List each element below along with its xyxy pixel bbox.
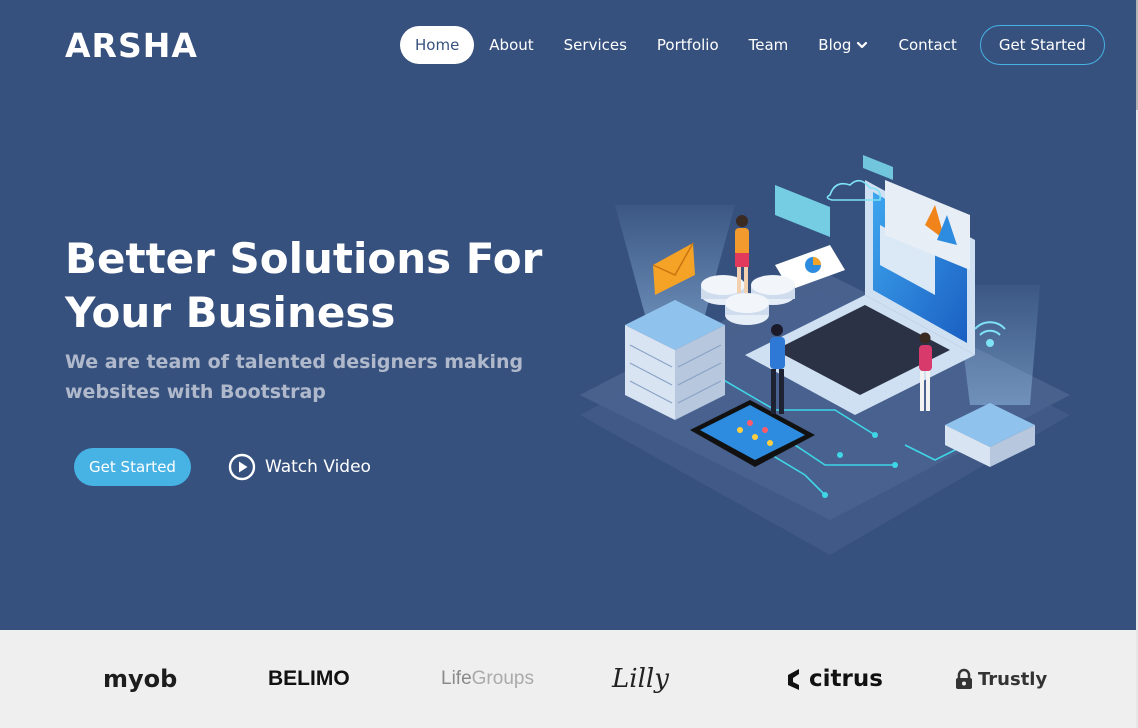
hero-title: Better Solutions For Your Business [65,232,585,340]
watch-video-label: Watch Video [265,457,371,477]
hero-illustration [580,155,1070,555]
client-logo-myob: myob [103,665,178,693]
client-logo-lilly: Lilly [612,664,669,694]
nav-portfolio[interactable]: Portfolio [642,26,734,64]
main-nav: Home About Services Portfolio Team Blog … [400,25,1105,65]
client-logo-citrus-label: citrus [809,666,883,692]
citrus-mark-icon [788,669,799,690]
logo[interactable]: ARSHA [65,26,198,65]
watch-video-button[interactable]: Watch Video [228,451,371,483]
nav-team[interactable]: Team [734,26,804,64]
nav-blog[interactable]: Blog [803,26,883,64]
hero-title-line2: Your Business [65,288,396,337]
client-logo-trustly-label: Trustly [978,668,1048,690]
nav-get-started-button[interactable]: Get Started [979,25,1105,65]
hero-subtitle: We are team of talented designers making… [65,351,524,403]
client-logo-belimo-label: BELIMO [268,667,350,690]
lifegroups-part1: Life [441,668,472,689]
nav-about[interactable]: About [474,26,548,64]
play-circle-icon [228,453,256,481]
nav-blog-label: Blog [818,36,852,54]
hero-get-started-button[interactable]: Get Started [74,448,191,486]
client-logo-belimo: BELIMO [268,630,350,728]
client-logo-trustly: Trustly [954,630,1047,728]
hero-title-line1: Better Solutions For [65,234,543,283]
lifegroups-part2: Groups [471,668,534,689]
chevron-down-icon [857,41,868,49]
clients-strip: myob BELIMO Life Groups Lilly citrus Trus… [0,630,1136,728]
site-header: ARSHA Home About Services Portfolio Team… [0,0,1136,90]
nav-contact[interactable]: Contact [883,26,971,64]
nav-services[interactable]: Services [549,26,642,64]
client-logo-citrus: citrus [785,630,883,728]
client-logo-lifegroups: Life Groups [441,630,534,728]
lock-icon [956,668,972,689]
nav-home[interactable]: Home [400,26,475,64]
